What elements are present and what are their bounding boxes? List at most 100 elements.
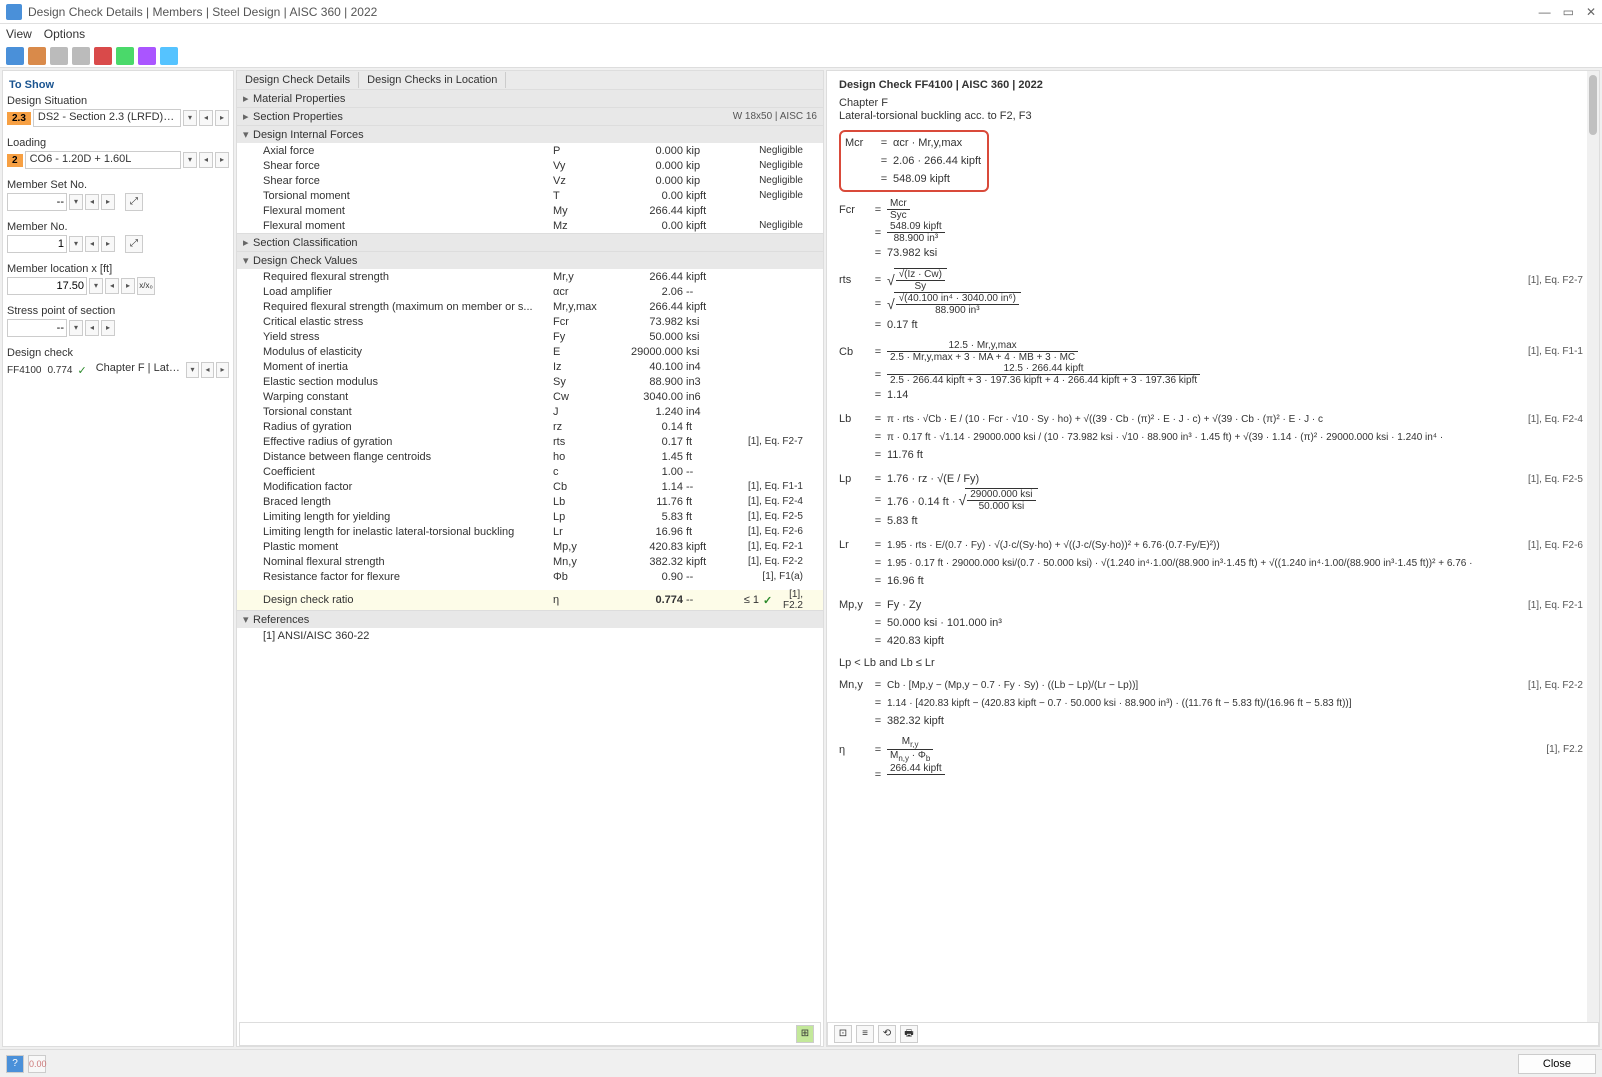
help-icon[interactable]: ? [6,1055,24,1073]
next-button[interactable]: ▸ [215,110,229,126]
label-design-situation: Design Situation [7,95,229,107]
menu-options[interactable]: Options [44,27,85,41]
print-icon[interactable]: 🖶 [900,1025,918,1043]
close-icon[interactable]: ✕ [1586,5,1596,19]
app-icon [6,4,22,20]
tab-header: Design Check Details Design Checks in Lo… [237,71,823,89]
chevron-down-icon[interactable]: ▾ [69,194,83,210]
view-icon-3[interactable]: ⟲ [878,1025,896,1043]
next-button[interactable]: ▸ [101,320,115,336]
section-shape: W 18x50 | AISC 16 [733,111,817,122]
minimize-icon[interactable]: — [1539,5,1551,19]
tool-icon-2[interactable] [28,47,46,65]
next-button[interactable]: ▸ [121,278,135,294]
input-member-no[interactable] [7,235,67,253]
next-button[interactable]: ▸ [216,362,229,378]
force-row: Flexural momentMy266.44kipft [237,203,823,218]
chevron-down-icon[interactable]: ▾ [183,152,197,168]
next-button[interactable]: ▸ [215,152,229,168]
value-row: Modulus of elasticityE29000.000ksi [237,344,823,359]
subtitle: Lateral-torsional buckling acc. to F2, F… [839,110,1587,122]
combo-loading[interactable]: CO6 - 1.20D + 1.60L [25,151,181,169]
sec-classification[interactable]: ▸Section Classification [237,234,823,251]
tool-icon-4[interactable] [72,47,90,65]
menu-view[interactable]: View [6,27,32,41]
force-row: Torsional momentT0.00kipftNegligible [237,188,823,203]
chevron-down-icon[interactable]: ▾ [89,278,103,294]
chevron-down-icon[interactable]: ▾ [183,110,197,126]
view-icon-2[interactable]: ≡ [856,1025,874,1043]
maximize-icon[interactable]: ▭ [1563,5,1574,19]
middle-panel: Design Check Details Design Checks in Lo… [236,70,824,1047]
prev-button[interactable]: ◂ [199,152,213,168]
label-loading: Loading [7,137,229,149]
dc-code: FF4100 [7,365,41,376]
combo-design-situation[interactable]: DS2 - Section 2.3 (LRFD), 1. to 5. [33,109,181,127]
check-ok-icon: ✓ [78,364,87,377]
pick-icon[interactable]: ⤢ [125,193,143,211]
toolbar [0,44,1602,68]
value-row: Nominal flexural strengthMn,y382.32kipft… [237,554,823,569]
chevron-down-icon[interactable]: ▾ [69,236,83,252]
value-row: Effective radius of gyrationrts0.17ft[1]… [237,434,823,449]
input-stress-point[interactable] [7,319,67,337]
chevron-down-icon[interactable]: ▾ [186,362,199,378]
tool-icon-1[interactable] [6,47,24,65]
value-row: Braced lengthLb11.76ft[1], Eq. F2-4 [237,494,823,509]
prev-button[interactable]: ◂ [105,278,119,294]
value-row: Critical elastic stressFcr73.982ksi [237,314,823,329]
sec-section-properties[interactable]: ▸Section PropertiesW 18x50 | AISC 16 [237,108,823,125]
window-title: Design Check Details | Members | Steel D… [28,5,377,19]
next-button[interactable]: ▸ [101,194,115,210]
group-member-loc: Member location x [ft] ▾ ◂ ▸ x/x₀ [7,263,229,295]
group-design-check: Design check FF4100 0.774 ✓ Chapter F | … [7,347,229,379]
pick-icon[interactable]: ⤢ [125,235,143,253]
prev-button[interactable]: ◂ [85,236,99,252]
decimal-icon[interactable]: 0.00 [28,1055,46,1073]
close-button[interactable]: Close [1518,1054,1596,1074]
x-x0-icon[interactable]: x/x₀ [137,277,155,295]
value-row: Radius of gyrationrz0.14ft [237,419,823,434]
chevron-down-icon[interactable]: ▾ [69,320,83,336]
tool-icon-5[interactable] [94,47,112,65]
input-member-loc[interactable] [7,277,87,295]
sec-internal-forces[interactable]: ▾Design Internal Forces [237,126,823,143]
sec-material-properties[interactable]: ▸Material Properties [237,90,823,107]
label-member-set: Member Set No. [7,179,229,191]
sec-references[interactable]: ▾References [237,611,823,628]
next-button[interactable]: ▸ [101,236,115,252]
sec-check-values[interactable]: ▾Design Check Values [237,252,823,269]
tab-details[interactable]: Design Check Details [237,72,359,88]
value-row: Elastic section modulusSy88.900in3 [237,374,823,389]
value-row: Plastic momentMp,y420.83kipft[1], Eq. F2… [237,539,823,554]
prev-button[interactable]: ◂ [201,362,214,378]
prev-button[interactable]: ◂ [199,110,213,126]
value-row: Yield stressFy50.000ksi [237,329,823,344]
view-icon-1[interactable]: ⊡ [834,1025,852,1043]
group-design-situation: Design Situation 2.3 DS2 - Section 2.3 (… [7,95,229,127]
input-member-set[interactable] [7,193,67,211]
label-member-no: Member No. [7,221,229,233]
excel-export-icon[interactable]: ⊞ [796,1025,814,1043]
value-row: Coefficientc1.00-- [237,464,823,479]
menubar: View Options [0,24,1602,44]
label-stress-point: Stress point of section [7,305,229,317]
prev-button[interactable]: ◂ [85,194,99,210]
tool-icon-3[interactable] [50,47,68,65]
value-row: Modification factorCb1.14--[1], Eq. F1-1 [237,479,823,494]
tool-icon-7[interactable] [138,47,156,65]
prev-button[interactable]: ◂ [85,320,99,336]
mid-bottombar: ⊞ [239,1022,821,1046]
group-loading: Loading 2 CO6 - 1.20D + 1.60L ▾ ◂ ▸ [7,137,229,169]
right-bottombar: ⊡ ≡ ⟲ 🖶 [827,1022,1599,1046]
reference-row: [1] ANSI/AISC 360-22 [237,628,823,643]
footer: ? 0.00 Close [0,1049,1602,1077]
label-design-check: Design check [7,347,229,359]
scrollbar[interactable] [1587,71,1599,1046]
tool-icon-6[interactable] [116,47,134,65]
tool-icon-8[interactable] [160,47,178,65]
value-row: Load amplifierαcr2.06-- [237,284,823,299]
force-row: Shear forceVy0.000kipNegligible [237,158,823,173]
tab-location[interactable]: Design Checks in Location [359,72,506,88]
dc-desc[interactable]: Chapter F | Lateral-torsio... [92,361,184,379]
